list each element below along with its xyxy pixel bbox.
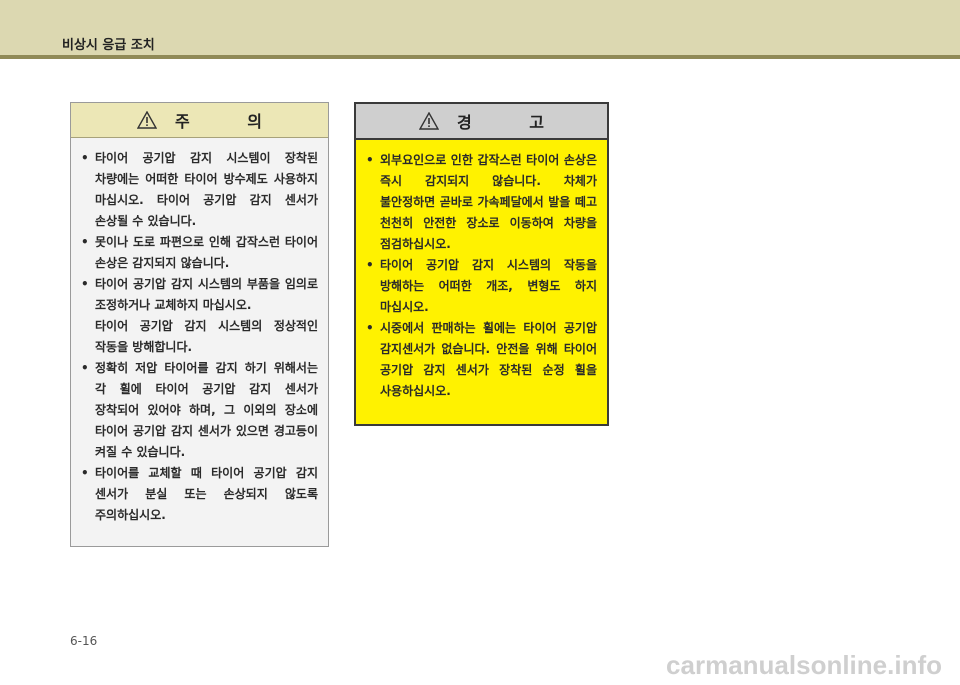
page-number: 6-16 [70,634,98,648]
warning-box: 경 고 • 외부요인으로 인한 갑작스런 타이어 손상은 즉시 감지되지 않습니다… [354,102,609,426]
caution-title: 주 의 [174,112,288,131]
list-item: • 타이어 공기압 감지 시스템이 장착된 차량에는 어떠한 타이어 방수제도 사… [81,151,318,228]
list-item: • 정확히 저압 타이어를 감지 하기 위해서는 각 휠에 타이어 공기압 감지 … [81,361,318,459]
watermark: carmanualsonline.info [666,650,942,680]
header-rule [0,55,960,59]
list-item: • 시중에서 판매하는 휠에는 타이어 공기압 감지센서가 없습니다. 안전을 위… [366,321,597,398]
warning-triangle-icon [418,112,439,130]
list-item: • 타이어 공기압 감지 시스템의 작동을 방해하는 어떠한 개조, 변형도 하지… [366,258,597,314]
list-item: • 타이어를 교체할 때 타이어 공기압 감지 센서가 분실 또는 손상되지 않도… [81,466,318,522]
warning-list: • 외부요인으로 인한 갑작스런 타이어 손상은 즉시 감지되지 않습니다. 차체… [356,140,607,402]
warning-triangle-icon [136,111,157,129]
caution-box: 주 의 • 타이어 공기압 감지 시스템이 장착된 차량에는 어떠한 타이어 방수… [70,102,329,547]
list-item: • 타이어 공기압 감지 시스템의 부품을 임의로 조정하거나 교체하지 마십시오… [81,274,318,358]
warning-header: 경 고 [356,104,607,140]
caution-header: 주 의 [71,103,328,138]
caution-list: • 타이어 공기압 감지 시스템이 장착된 차량에는 어떠한 타이어 방수제도 사… [71,138,328,526]
list-item: • 못이나 도로 파편으로 인해 갑작스런 타이어 손상은 감지되지 않습니다. [81,235,318,270]
list-item-subtext: 타이어 공기압 감지 시스템의 정상적인 작동을 방해합니다. [95,319,318,354]
warning-title: 경 고 [456,113,570,132]
section-title: 비상시 응급 조치 [62,38,155,53]
list-item: • 외부요인으로 인한 갑작스런 타이어 손상은 즉시 감지되지 않습니다. 차체… [366,153,597,251]
